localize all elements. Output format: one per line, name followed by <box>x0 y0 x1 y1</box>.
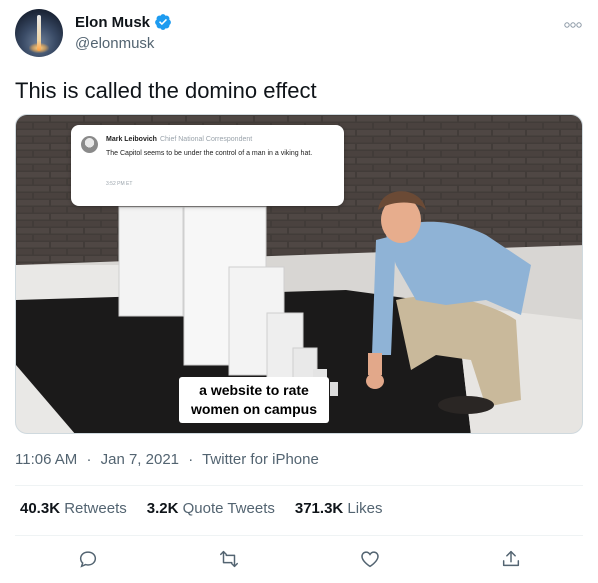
tweet-media-image[interactable]: Mark Leibovich Chief National Corresponde… <box>15 114 583 434</box>
quote-tweets-stat[interactable]: 3.2K Quote Tweets <box>147 500 275 517</box>
divider <box>15 535 583 536</box>
avatar[interactable] <box>15 9 63 57</box>
likes-count: 371.3K <box>294 500 344 517</box>
meta-separator: · <box>86 451 92 468</box>
verified-badge-icon <box>155 14 171 30</box>
quote-tweets-label: Quote Tweets <box>182 500 275 517</box>
meme-caption-line-1: a website to rate <box>199 382 309 398</box>
likes-stat[interactable]: 371.3K Likes <box>295 500 383 517</box>
like-icon[interactable] <box>359 548 381 570</box>
share-icon[interactable] <box>500 548 522 570</box>
tweet-text: This is called the domino effect <box>15 78 317 103</box>
tweet-timestamp-row: 11:06 AM · Jan 7, 2021 · Twitter for iPh… <box>15 451 319 468</box>
author-handle[interactable]: @elonmusk <box>75 35 154 52</box>
meta-separator: · <box>188 451 194 468</box>
more-options-icon[interactable] <box>563 18 583 32</box>
retweets-label: Retweets <box>64 500 127 517</box>
retweets-stat[interactable]: 40.3K Retweets <box>20 500 127 517</box>
quoted-tweet-time: 3:52 PM ET <box>106 181 133 187</box>
quoted-tweet-card: Mark Leibovich Chief National Corresponde… <box>71 125 344 206</box>
quoted-author-name: Mark Leibovich <box>106 136 157 143</box>
tweet: Elon Musk @elonmusk This is called the d… <box>0 0 598 583</box>
divider <box>15 485 583 486</box>
reply-icon[interactable] <box>77 548 99 570</box>
quoted-tweet-text: The Capitol seems to be under the contro… <box>106 150 313 157</box>
tweet-client[interactable]: Twitter for iPhone <box>202 451 319 468</box>
meme-caption: a website to rate women on campus <box>179 377 329 423</box>
likes-label: Likes <box>347 500 383 517</box>
engagement-stats: 40.3K Retweets 3.2K Quote Tweets 371.3K … <box>20 500 382 517</box>
tweet-action-bar <box>0 548 598 572</box>
tweet-date[interactable]: Jan 7, 2021 <box>101 451 179 468</box>
author-display-name[interactable]: Elon Musk <box>75 14 150 31</box>
tweet-time[interactable]: 11:06 AM <box>15 451 77 468</box>
quote-tweets-count: 3.2K <box>146 500 179 517</box>
author-name-row: Elon Musk <box>75 13 172 31</box>
quoted-author-avatar <box>81 136 98 153</box>
avatar-rocket-beam <box>37 15 41 51</box>
retweet-icon[interactable] <box>218 548 240 570</box>
quoted-author-line: Mark Leibovich Chief National Corresponde… <box>106 136 252 143</box>
quoted-author-role: Chief National Correspondent <box>159 136 253 143</box>
retweets-count: 40.3K <box>20 500 61 517</box>
meme-caption-line-2: women on campus <box>190 401 318 417</box>
